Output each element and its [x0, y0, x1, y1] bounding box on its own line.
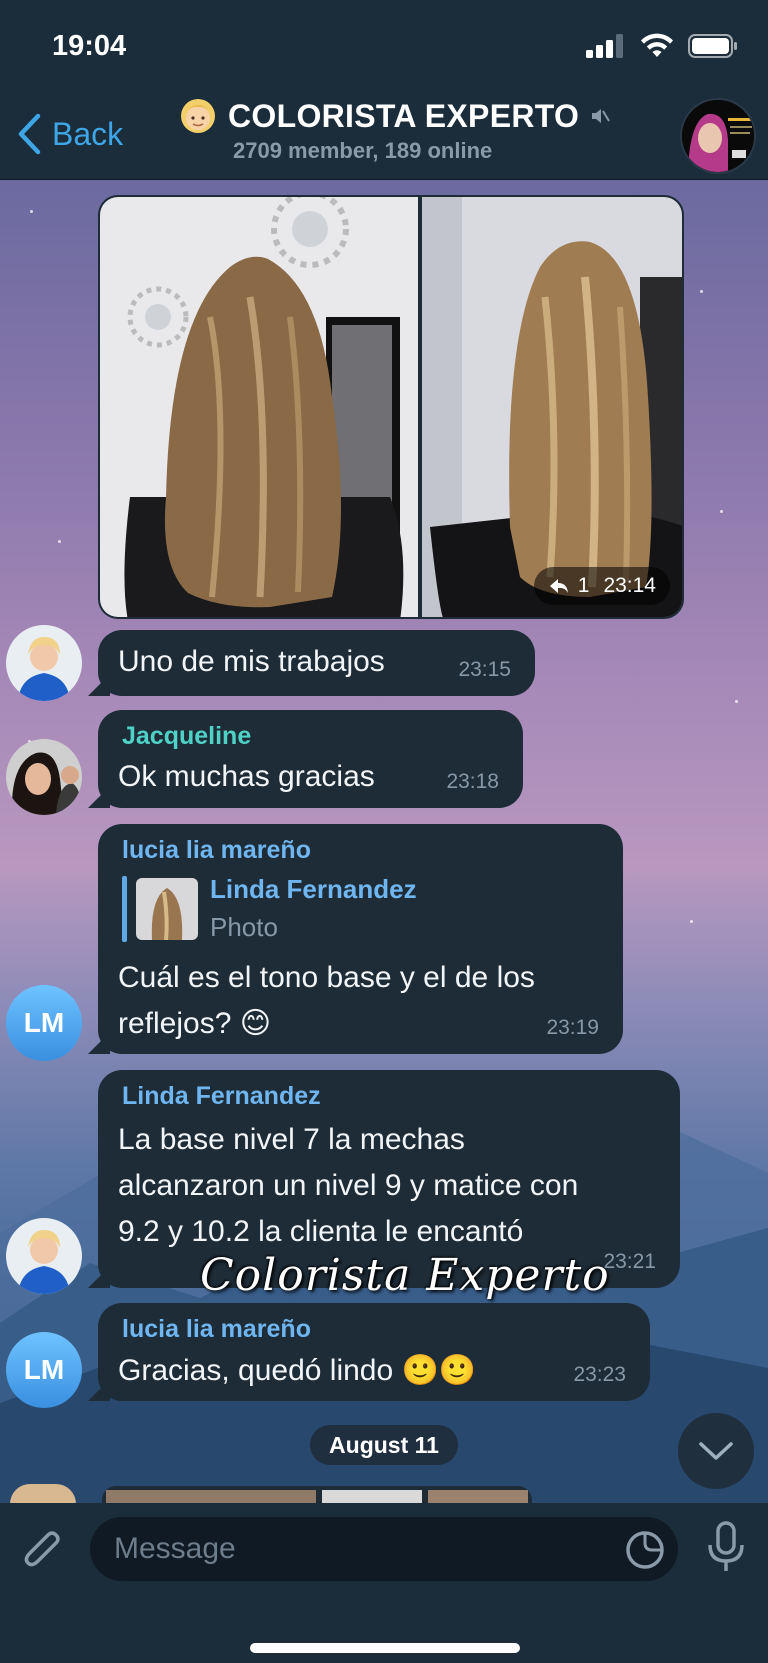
chat-title: COLORISTA EXPERTO [228, 97, 580, 134]
message-composer [0, 1503, 768, 1663]
message-time: 23:19 [546, 1016, 599, 1039]
back-button[interactable]: Back [16, 112, 123, 156]
channel-avatar[interactable] [680, 98, 756, 174]
photo-album-message[interactable]: 1 23:14 [98, 195, 684, 619]
chat-subtitle: 2709 member, 189 online [233, 138, 493, 163]
avatar-linda[interactable] [6, 1218, 82, 1294]
cellular-signal-icon [586, 34, 623, 58]
wifi-icon [641, 33, 673, 57]
attach-paperclip-icon[interactable] [20, 1523, 66, 1575]
home-indicator [250, 1643, 520, 1653]
message-input[interactable] [90, 1517, 678, 1581]
reply-thumbnail [136, 878, 198, 940]
message-time: 23:23 [573, 1363, 626, 1386]
album-photos [100, 197, 682, 617]
avatar-linda[interactable] [6, 625, 82, 701]
reply-to-name: Linda Fernandez [210, 874, 417, 904]
album-time: 23:14 [603, 574, 656, 597]
status-icons [586, 33, 738, 59]
avatar-lucia[interactable]: LM [6, 985, 82, 1061]
microphone-icon[interactable] [706, 1521, 746, 1575]
watermark-text: Colorista Experto [200, 1250, 610, 1301]
message-text-line: La base nivel 7 la mechas [118, 1123, 465, 1156]
message-time: 23:21 [603, 1250, 656, 1273]
partial-next-message[interactable] [102, 1486, 532, 1504]
chat-title-area[interactable]: COLORISTA EXPERTO 2709 member, 189 onlin… [178, 96, 638, 164]
muted-icon [592, 109, 611, 123]
battery-icon [688, 34, 737, 58]
channel-avatar-image [682, 100, 754, 172]
message-text-line: alcanzaron un nivel 9 y matice con [118, 1169, 579, 1202]
date-separator: August 11 [310, 1425, 458, 1465]
partial-avatar [10, 1484, 76, 1504]
back-label: Back [52, 115, 124, 152]
message-bubble[interactable]: lucia lia mareño Linda Fernandez Photo C… [88, 824, 623, 1054]
sender-name: Jacqueline [122, 722, 252, 750]
message-text: Ok muchas gracias [118, 760, 375, 793]
sticker-icon[interactable] [624, 1529, 666, 1571]
avatar-jacqueline[interactable] [6, 739, 82, 815]
chevron-down-icon [699, 1442, 733, 1460]
message-bubble[interactable]: lucia lia mareño Gracias, quedó lindo 🙂🙂… [88, 1303, 650, 1401]
reply-to-text: Photo [210, 912, 278, 942]
scroll-down-button[interactable] [678, 1413, 754, 1489]
message-text-line: Cuál es el tono base y el de los [118, 961, 535, 994]
message-bubble[interactable]: Uno de mis trabajos 23:15 [88, 630, 535, 696]
message-text-line: 9.2 y 10.2 la clienta le encantó [118, 1215, 524, 1248]
forward-count: 1 [577, 574, 590, 597]
sender-name: lucia lia mareño [122, 1315, 311, 1343]
chevron-left-icon [18, 113, 41, 155]
message-text: Gracias, quedó lindo 🙂🙂 [118, 1354, 477, 1387]
message-bubble[interactable]: Jacqueline Ok muchas gracias 23:18 [88, 710, 523, 808]
status-bar: 19:04 [0, 0, 768, 92]
avatar-lucia[interactable]: LM [6, 1332, 82, 1408]
forward-arrow-icon [549, 579, 568, 593]
album-meta-pill: 1 23:14 [533, 567, 670, 605]
message-time: 23:18 [446, 770, 499, 793]
message-text-line: reflejos? 😊 [118, 1007, 272, 1040]
sender-name: lucia lia mareño [122, 836, 311, 864]
chat-header: Back COLORISTA EXPERTO 2709 member, 189 … [0, 92, 768, 180]
message-text: Uno de mis trabajos [118, 645, 385, 678]
blonde-person-emoji-icon [181, 99, 215, 133]
reply-preview[interactable]: Linda Fernandez Photo [122, 874, 442, 946]
sender-name: Linda Fernandez [122, 1082, 321, 1110]
status-time: 19:04 [52, 30, 127, 62]
message-time: 23:15 [458, 658, 511, 681]
